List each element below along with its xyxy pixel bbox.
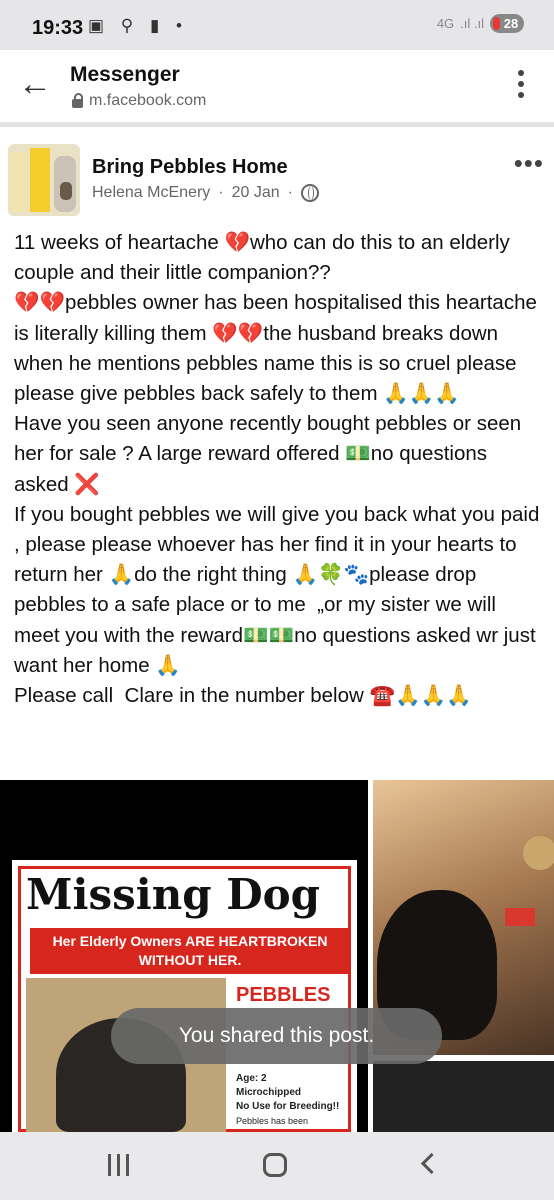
poster-banner-line2: WITHOUT HER. bbox=[138, 952, 242, 968]
sunburst-mirror bbox=[523, 836, 554, 870]
post-media[interactable]: Missing Dog Her Elderly Owners ARE HEART… bbox=[0, 780, 554, 1132]
status-time: 19:33 bbox=[32, 17, 84, 39]
back-nav-icon[interactable] bbox=[420, 1152, 443, 1175]
meta-separator-2: · bbox=[287, 184, 293, 201]
app-title: Messenger bbox=[70, 63, 180, 86]
post-date[interactable]: 20 Jan bbox=[232, 184, 280, 202]
app-bar: ← Messenger m.facebook.com bbox=[0, 50, 554, 123]
more-options-icon[interactable] bbox=[518, 70, 526, 103]
battery-icon: 28 bbox=[490, 14, 524, 33]
tv bbox=[505, 908, 535, 926]
home-icon[interactable] bbox=[263, 1153, 287, 1177]
poster-details: Age: 2 Microchipped No Use for Breeding!… bbox=[236, 1072, 339, 1114]
post-meta: Helena McEnery · 20 Jan · bbox=[92, 184, 319, 202]
url-row: m.facebook.com bbox=[72, 92, 206, 110]
signal-icon: .ıl .ıl bbox=[460, 16, 484, 31]
post-more-icon[interactable]: ••• bbox=[514, 150, 544, 176]
post-body: 11 weeks of heartache 💔who can do this t… bbox=[14, 231, 540, 708]
media-left[interactable]: Missing Dog Her Elderly Owners ARE HEART… bbox=[0, 780, 368, 1132]
more-photos[interactable] bbox=[373, 1061, 554, 1132]
missing-dog-poster: Missing Dog Her Elderly Owners ARE HEART… bbox=[12, 860, 357, 1132]
poster-dog-name: PEBBLES bbox=[236, 984, 331, 1006]
poster-heading: Missing Dog bbox=[26, 870, 321, 919]
network-label: 4G bbox=[436, 16, 455, 31]
page-name[interactable]: Bring Pebbles Home bbox=[92, 156, 288, 179]
poster-since: Pebbles has been bbox=[236, 1116, 309, 1126]
globe-icon bbox=[300, 184, 319, 202]
post-header: Bring Pebbles Home Helena McEnery · 20 J… bbox=[0, 140, 554, 220]
back-arrow-icon[interactable]: ← bbox=[18, 67, 54, 104]
meta-separator: · bbox=[218, 184, 224, 201]
status-right: 4G .ıl .ıl 28 bbox=[437, 14, 524, 33]
battery-level: 28 bbox=[503, 16, 519, 31]
status-icons: ▣ ⚲ ▮ • bbox=[88, 16, 188, 35]
recents-icon[interactable] bbox=[108, 1154, 129, 1176]
lock-icon bbox=[72, 92, 83, 108]
poster-banner: Her Elderly Owners ARE HEARTBROKEN WITHO… bbox=[30, 928, 350, 974]
android-nav-bar bbox=[0, 1132, 554, 1200]
poster-microchipped: Microchipped bbox=[236, 1087, 302, 1098]
page-avatar[interactable] bbox=[8, 144, 80, 216]
poster-age: Age: 2 bbox=[236, 1073, 267, 1084]
status-bar: 19:33 ▣ ⚲ ▮ • 4G .ıl .ıl 28 bbox=[0, 0, 554, 50]
url-text: m.facebook.com bbox=[89, 92, 207, 109]
poster-banner-line1: Her Elderly Owners ARE HEARTBROKEN bbox=[52, 933, 328, 949]
toast-message: You shared this post. bbox=[111, 1008, 442, 1064]
poster-no-breeding: No Use for Breeding!! bbox=[236, 1101, 340, 1112]
divider bbox=[0, 123, 554, 127]
author-name[interactable]: Helena McEnery bbox=[92, 184, 210, 202]
